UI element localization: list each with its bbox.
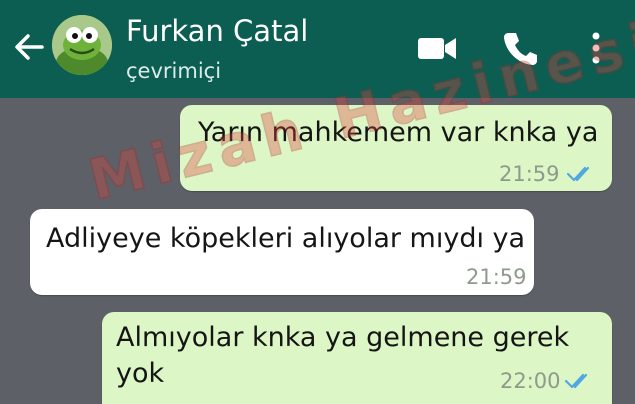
message-time: 22:00 <box>500 369 561 393</box>
contact-name[interactable]: Furkan Çatal <box>126 13 308 49</box>
message-text: Adliyeye köpekleri alıyolar mıydı ya <box>46 223 526 254</box>
message-time: 21:59 <box>466 265 527 289</box>
phone-call-icon[interactable] <box>500 28 540 68</box>
message-bubble-incoming[interactable]: Adliyeye köpekleri alıyolar mıydı ya 21:… <box>30 209 534 295</box>
message-bubble-outgoing[interactable]: Yarın mahkemem var knka ya 21:59 <box>180 105 612 191</box>
message-text: Almıyolar knka ya gelmene gerek <box>116 322 570 353</box>
back-arrow-icon[interactable] <box>12 30 46 64</box>
message-bubble-outgoing[interactable]: Almıyolar knka ya gelmene gerek yok 22:0… <box>102 312 612 404</box>
video-call-icon[interactable] <box>414 28 460 68</box>
message-time: 21:59 <box>499 162 560 186</box>
more-options-icon[interactable] <box>584 28 608 68</box>
online-status: çevrimiçi <box>126 59 222 83</box>
read-receipt-icon <box>566 166 590 182</box>
avatar[interactable] <box>52 15 112 75</box>
message-text: Yarın mahkemem var knka ya <box>198 117 599 148</box>
chat-header: Furkan Çatal çevrimiçi <box>0 0 635 98</box>
message-text: yok <box>116 358 165 389</box>
read-receipt-icon <box>564 373 588 389</box>
